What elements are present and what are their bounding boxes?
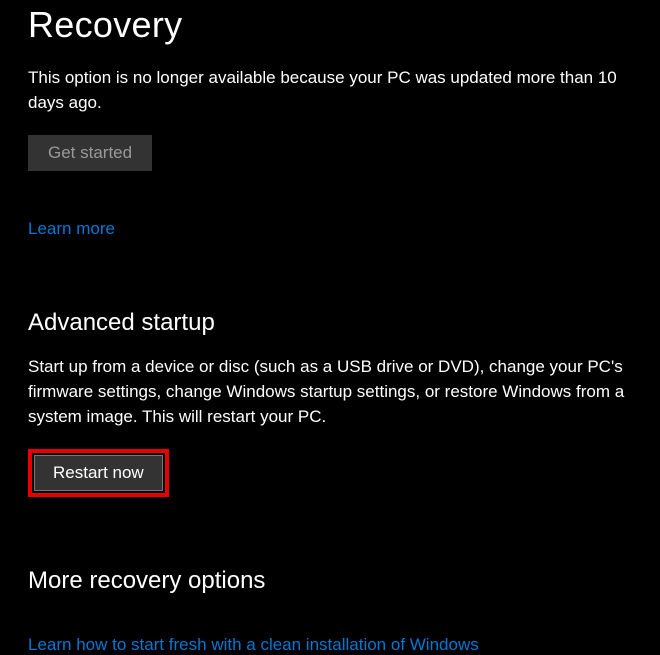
- learn-more-link[interactable]: Learn more: [28, 219, 115, 239]
- advanced-startup-description: Start up from a device or disc (such as …: [28, 355, 632, 429]
- fresh-install-link[interactable]: Learn how to start fresh with a clean in…: [28, 635, 479, 655]
- restart-now-button[interactable]: Restart now: [34, 455, 163, 491]
- restart-now-highlight: Restart now: [28, 449, 169, 497]
- get-started-button[interactable]: Get started: [28, 135, 152, 171]
- recovery-unavailable-text: This option is no longer available becau…: [28, 66, 632, 115]
- page-title: Recovery: [28, 0, 632, 46]
- advanced-startup-title: Advanced startup: [28, 309, 632, 337]
- more-recovery-title: More recovery options: [28, 567, 632, 595]
